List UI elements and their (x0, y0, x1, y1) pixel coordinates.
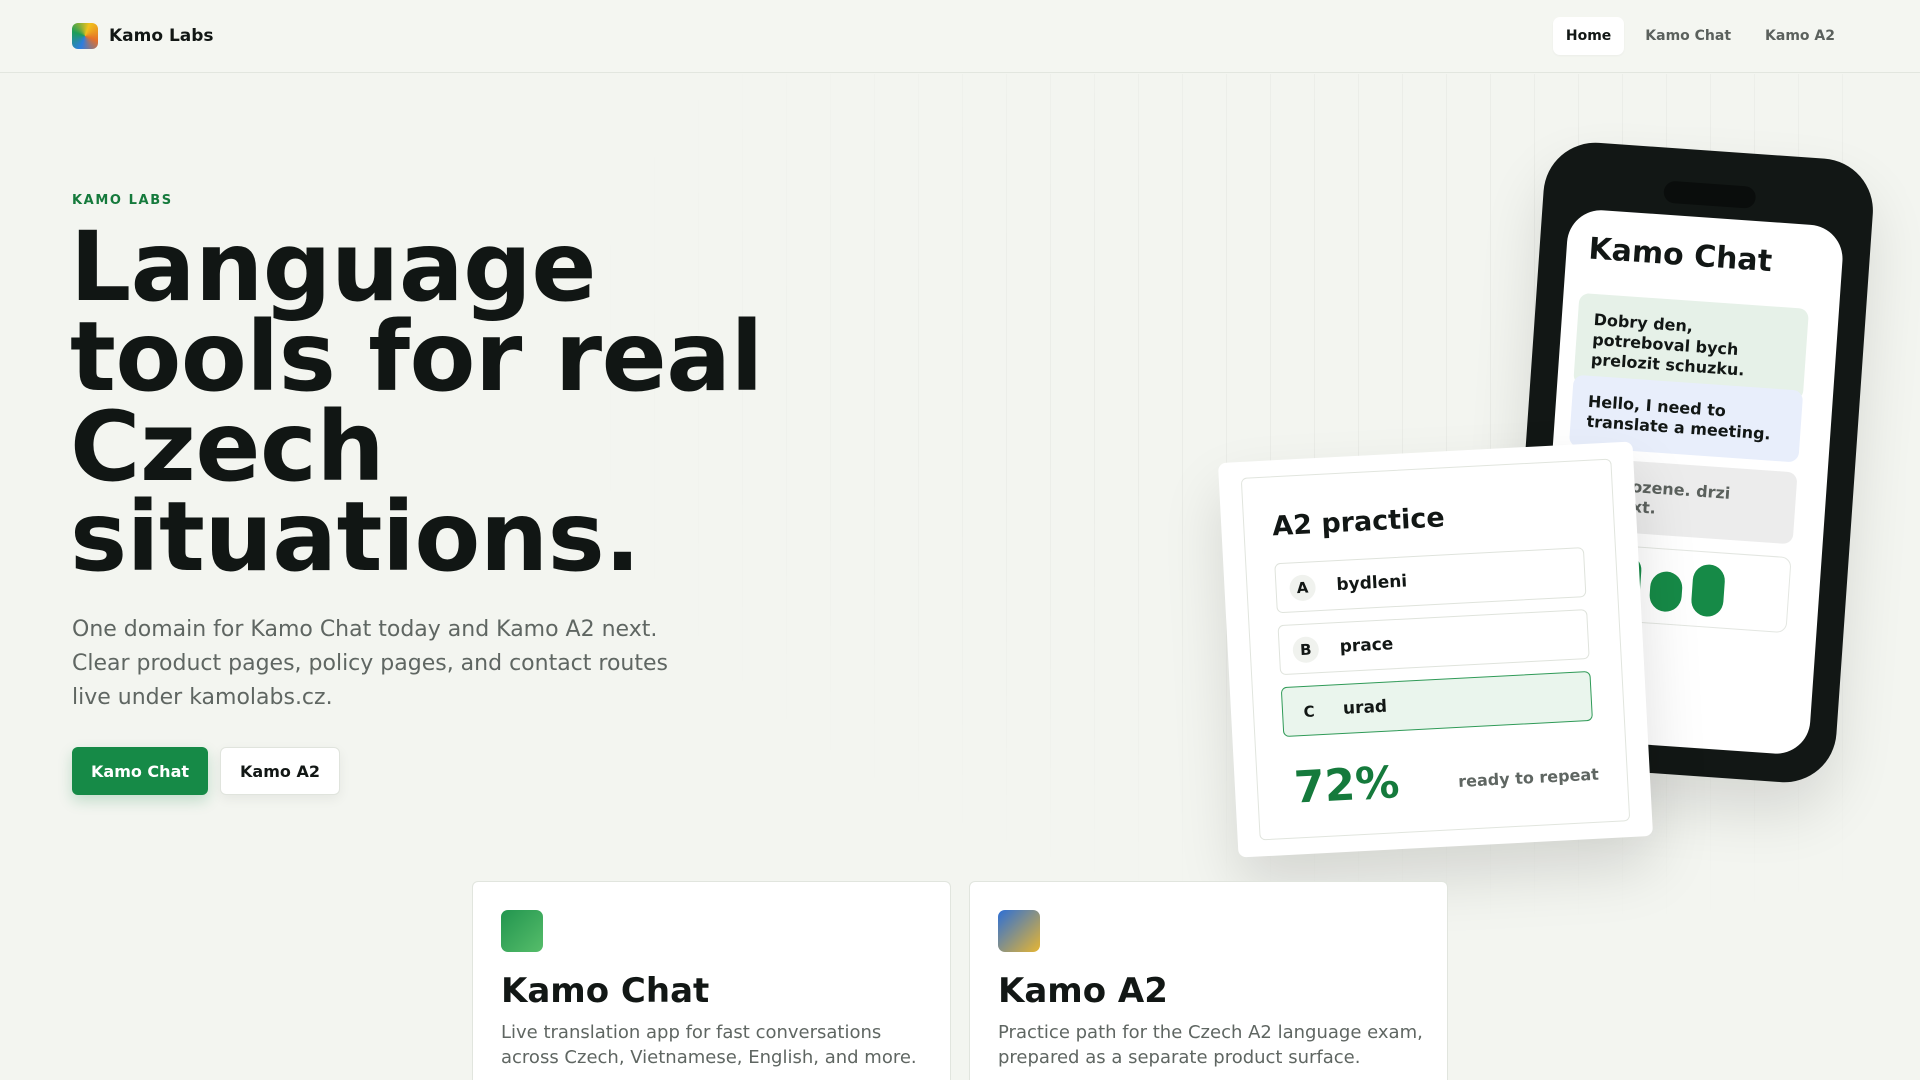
hero-eyebrow: KAMO LABS (72, 193, 173, 208)
brand-link[interactable]: Kamo Labs (72, 23, 214, 49)
option-letter: B (1292, 636, 1320, 664)
answer-option-c-selected[interactable]: C urad (1280, 670, 1593, 738)
nav-kamo-chat[interactable]: Kamo Chat (1632, 17, 1744, 55)
hero-subtitle: One domain for Kamo Chat today and Kamo … (72, 617, 668, 710)
phone-app-title: Kamo Chat (1587, 231, 1774, 280)
site-header: Kamo Labs Home Kamo Chat Kamo A2 (0, 0, 1920, 73)
phone-notch (1663, 180, 1757, 209)
nav-kamo-a2[interactable]: Kamo A2 (1752, 17, 1848, 55)
hero-buttons: Kamo Chat Kamo A2 (72, 747, 340, 795)
product-description: Practice path for the Czech A2 language … (998, 1022, 1423, 1068)
progress-label: ready to repeat (1457, 764, 1600, 791)
product-description: Live translation app for fast conversati… (501, 1022, 917, 1068)
kamo-a2-button[interactable]: Kamo A2 (220, 747, 340, 795)
kamo-chat-app-icon (501, 910, 543, 952)
a2-practice-panel: A2 practice A bydleni B prace C urad 72%… (1240, 458, 1631, 841)
nav-home[interactable]: Home (1552, 17, 1625, 55)
progress-score: 72% (1292, 757, 1401, 814)
product-card-kamo-a2[interactable]: Kamo A2 Practice path for the Czech A2 l… (969, 881, 1448, 1080)
option-letter: C (1303, 702, 1316, 721)
option-letter: A (1288, 574, 1317, 602)
answer-option-b[interactable]: B prace (1277, 609, 1590, 676)
product-card-kamo-chat[interactable]: Kamo Chat Live translation app for fast … (472, 881, 951, 1080)
kamo-chat-button[interactable]: Kamo Chat (72, 747, 209, 795)
option-word: bydleni (1335, 571, 1408, 596)
answer-option-a[interactable]: A bydleni (1274, 547, 1587, 614)
product-name: Kamo A2 (998, 971, 1168, 1011)
main-nav: Home Kamo Chat Kamo A2 (1552, 17, 1848, 55)
practice-title: A2 practice (1271, 502, 1446, 543)
product-name: Kamo Chat (501, 971, 710, 1011)
brand-name: Kamo Labs (109, 26, 214, 46)
option-word: prace (1339, 634, 1394, 657)
kamo-labs-logo-icon (72, 23, 98, 49)
option-word: urad (1342, 696, 1388, 719)
a2-practice-card: A2 practice A bydleni B prace C urad 72%… (1217, 441, 1654, 858)
kamo-a2-app-icon (998, 910, 1040, 952)
hero-title: Language tools for real Czech situations… (70, 211, 763, 593)
